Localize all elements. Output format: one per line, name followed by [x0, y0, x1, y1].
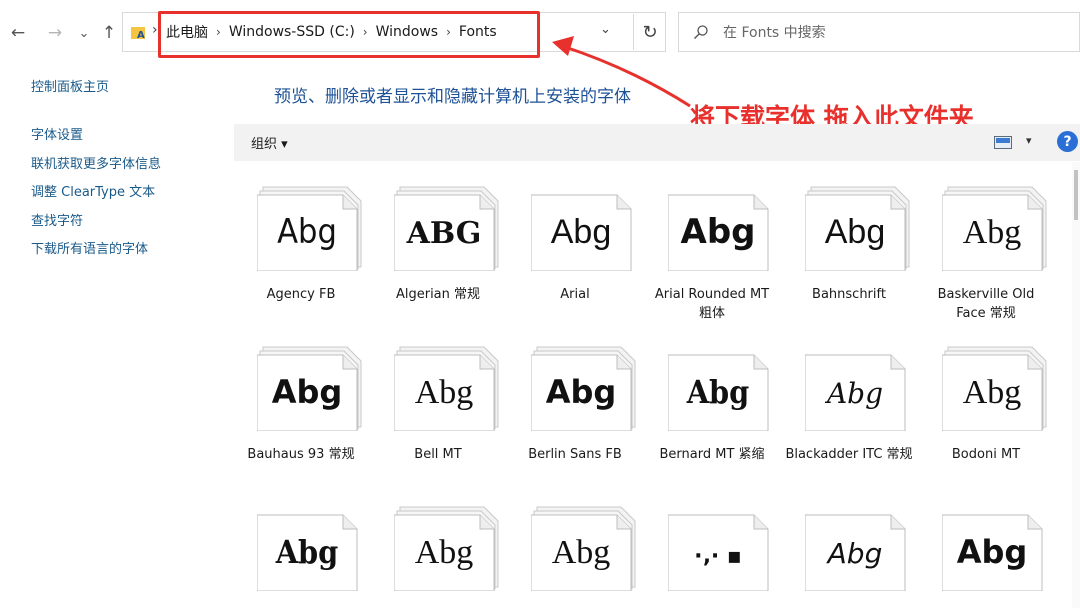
font-file-icon: Abg — [805, 514, 906, 591]
font-sample-text: Abg — [275, 533, 339, 571]
font-file-icon: Abg — [257, 346, 362, 431]
font-sample-text: ·‚· ▪ — [694, 544, 742, 569]
font-name-label: Blackadder ITC 常规 — [785, 447, 913, 462]
font-name-label: Arial — [560, 287, 590, 302]
command-bar: 组织 ▾ ▾ ? — [234, 124, 1080, 161]
organize-menu-button[interactable]: 组织 ▾ — [251, 133, 288, 152]
font-sample-text: Abg — [824, 377, 883, 410]
address-root-chevron[interactable]: › — [152, 22, 158, 38]
control-panel-home-link[interactable]: 控制面板主页 — [31, 76, 221, 96]
font-file-icon: Abg — [942, 514, 1043, 591]
font-sample-text: Abg — [963, 214, 1022, 251]
font-file-icon: Abg — [257, 186, 362, 271]
font-file-icon: ·‚· ▪ — [668, 514, 769, 591]
fonts-folder-icon: A — [131, 27, 145, 40]
font-sample-text: Abg — [272, 373, 343, 411]
font-name-label: Agency FB — [266, 287, 336, 302]
font-sample-text: Abg — [826, 537, 883, 570]
up-button[interactable]: ↑ — [96, 20, 122, 46]
font-sample-text: Abg — [552, 534, 611, 571]
font-name-label: Bell MT — [414, 447, 462, 462]
font-sample-text: Abg — [551, 213, 612, 251]
search-box[interactable]: 在 Fonts 中搜索 — [678, 12, 1080, 52]
font-settings-link[interactable]: 字体设置 — [31, 122, 221, 151]
scrollbar-thumb[interactable] — [1074, 170, 1078, 220]
font-name-label: Algerian 常规 — [395, 287, 481, 302]
font-sample-text: Abg — [546, 373, 617, 411]
font-sample-text: Abg — [681, 212, 756, 252]
font-name-label: Berlin Sans FB — [528, 447, 622, 462]
font-file-icon: Abg — [668, 194, 769, 271]
search-placeholder: 在 Fonts 中搜索 — [723, 25, 826, 41]
font-sample-text: Abg — [825, 213, 886, 251]
font-sample-text: Abg — [957, 533, 1028, 571]
svg-text:A: A — [137, 30, 145, 40]
font-sample-text: Abg — [686, 373, 750, 411]
get-font-info-online-link[interactable]: 联机获取更多字体信息 — [31, 151, 221, 180]
font-file-icon: Abg — [394, 506, 499, 591]
annotation-highlight-box — [158, 11, 540, 58]
font-file-icon: Abg — [942, 186, 1047, 271]
download-all-fonts-link[interactable]: 下载所有语言的字体 — [31, 236, 221, 265]
change-view-icon[interactable] — [994, 136, 1012, 149]
annotation-arrow-icon — [552, 36, 691, 108]
font-name-label: Bauhaus 93 常规 — [247, 447, 355, 462]
font-name-label: Bodoni MT — [951, 447, 1021, 462]
font-file-icon: Abg — [257, 514, 358, 591]
font-sample-text: Abg — [415, 534, 474, 571]
help-button[interactable]: ? — [1057, 131, 1078, 152]
font-file-icon: Abg — [668, 354, 769, 431]
scrollbar-track[interactable] — [1072, 162, 1080, 608]
find-character-link[interactable]: 查找字符 — [31, 208, 221, 237]
font-name-label: Baskerville Old Face 常规 — [937, 287, 1035, 321]
font-file-icon: Abg — [805, 354, 906, 431]
font-file-icon: ABG — [394, 186, 499, 271]
font-file-icon: Abg — [805, 186, 910, 271]
left-pane: 控制面板主页 字体设置 联机获取更多字体信息 调整 ClearType 文本 查… — [31, 76, 221, 265]
font-sample-text: ABG — [406, 216, 482, 251]
font-name-label: Bernard MT 紧缩 — [659, 447, 765, 462]
back-button[interactable]: ← — [5, 20, 31, 46]
font-name-label: Arial Rounded MT 粗体 — [654, 287, 770, 321]
recent-locations-button[interactable]: ⌄ — [71, 20, 97, 46]
font-file-icon: Abg — [942, 346, 1047, 431]
font-sample-text: Abg — [277, 212, 337, 252]
font-file-icon: Abg — [531, 506, 636, 591]
view-options-dropdown[interactable]: ▾ — [1026, 134, 1032, 147]
adjust-cleartype-link[interactable]: 调整 ClearType 文本 — [31, 179, 221, 208]
font-file-icon: Abg — [531, 194, 632, 271]
forward-button[interactable]: → — [42, 20, 68, 46]
font-sample-text: Abg — [963, 374, 1022, 411]
font-sample-text: Abg — [415, 374, 474, 411]
font-name-label: Bahnschrift — [812, 287, 886, 302]
font-file-icon: Abg — [531, 346, 636, 431]
font-file-icon: Abg — [394, 346, 499, 431]
